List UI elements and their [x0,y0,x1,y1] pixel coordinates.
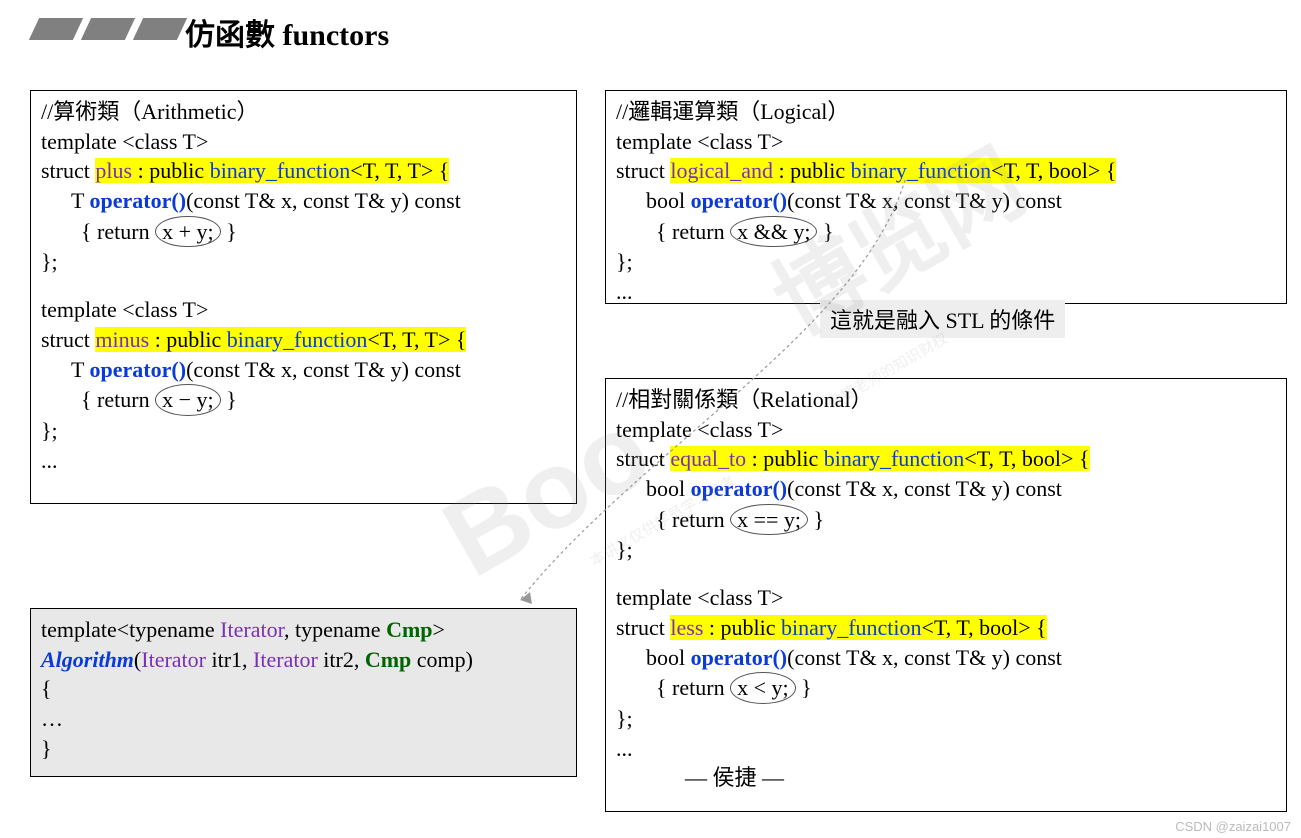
relational-code-box: //相對關係類（Relational） template <class T> s… [605,378,1287,812]
colon-public: : public [132,158,210,183]
return-expr-less: x < y; [730,672,796,704]
struct-kw: struct [41,327,95,352]
author-signature: — 侯捷 — [685,760,784,792]
binary-function: binary_function [227,327,368,352]
code-line: //邏輯運算類（Logical） [616,97,1276,127]
code-line: }; [41,247,566,277]
code-line: }; [616,535,1276,565]
struct-name-equal-to: equal_to [670,446,746,471]
struct-kw: struct [616,615,670,640]
param: itr2, [318,647,365,672]
code-line: //相對關係類（Relational） [616,385,1276,415]
return-kw: { return [656,675,730,700]
params: (const T& x, const T& y) const [787,645,1062,670]
colon-public: : public [703,615,781,640]
code-line: template<typename Iterator, typename Cmp… [41,615,566,645]
close-brace: } [808,507,824,532]
arithmetic-code-box: //算術類（Arithmetic） template <class T> str… [30,90,577,504]
return-expr-eq: x == y; [730,504,808,536]
colon-public: : public [773,158,851,183]
param: comp) [411,647,473,672]
algorithm-name: Algorithm [41,647,134,672]
params: (const T& x, const T& y) const [787,476,1062,501]
binary-function: binary_function [824,446,965,471]
code-line: struct minus : public binary_function<T,… [41,325,566,355]
binary-function: binary_function [781,615,922,640]
params: (const T& x, const T& y) const [186,188,461,213]
params: (const T& x, const T& y) const [186,357,461,382]
code-line: } [41,734,566,764]
gt: > [433,617,445,642]
code-line: template <class T> [41,295,566,325]
code-line: { return x == y; } [616,504,1276,536]
code-line: { return x < y; } [616,672,1276,704]
iterator-type: Iterator [253,647,318,672]
credit-text: CSDN @zaizai1007 [1175,819,1291,834]
code-line: }; [616,704,1276,734]
tmpl-args: <T, T, T> { [367,327,466,352]
blank-line [616,565,1276,583]
iterator-type: Iterator [220,617,284,642]
page-title: 仿函數 functors [185,10,389,54]
struct-kw: struct [41,158,95,183]
operator-call: operator() [90,188,187,213]
tmpl-args: <T, T, bool> { [964,446,1089,471]
colon-public: : public [746,446,824,471]
ret-type: bool [646,645,691,670]
cmp-type: Cmp [386,617,432,642]
code-line: bool operator()(const T& x, const T& y) … [616,643,1276,673]
binary-function: binary_function [210,158,351,183]
comma: , typename [284,617,386,642]
code-line: struct less : public binary_function<T, … [616,613,1276,643]
code-line: template <class T> [616,583,1276,613]
code-line: template <class T> [616,415,1276,445]
code-line: Algorithm(Iterator itr1, Iterator itr2, … [41,645,566,675]
code-line: }; [41,416,566,446]
return-kw: { return [81,219,155,244]
struct-name-plus: plus [95,158,132,183]
ret-type: bool [646,188,691,213]
header-slant-2 [81,18,135,40]
struct-kw: struct [616,158,670,183]
operator-call: operator() [691,645,788,670]
ret-type: T [71,188,90,213]
code-line: struct plus : public binary_function<T, … [41,156,566,186]
code-line: { return x + y; } [41,216,566,248]
code-line: … [41,704,566,734]
return-kw: { return [656,219,730,244]
header-slant-1 [29,18,83,40]
tmpl-args: <T, T, T> { [350,158,449,183]
struct-name-minus: minus [95,327,149,352]
code-line: template <class T> [41,127,566,157]
ret-type: T [71,357,90,382]
close-brace: } [796,675,812,700]
struct-name-less: less [670,615,703,640]
algorithm-code-box: template<typename Iterator, typename Cmp… [30,608,577,777]
code-line: //算術類（Arithmetic） [41,97,566,127]
header-slant-3 [133,18,187,40]
cmp-type: Cmp [365,647,411,672]
colon-public: : public [149,327,227,352]
operator-call: operator() [691,188,788,213]
return-expr-minus: x − y; [155,384,221,416]
return-kw: { return [81,387,155,412]
blank-line [41,277,566,295]
code-line: ... [616,734,1276,764]
code-line: { [41,674,566,704]
param: itr1, [206,647,253,672]
struct-name-logical-and: logical_and [670,158,773,183]
operator-call: operator() [90,357,187,382]
tmpl-kw: template<typename [41,617,220,642]
close-brace: } [221,219,237,244]
close-brace: } [221,387,237,412]
iterator-type: Iterator [141,647,206,672]
code-line: { return x − y; } [41,384,566,416]
code-line: T operator()(const T& x, const T& y) con… [41,355,566,385]
code-line: T operator()(const T& x, const T& y) con… [41,186,566,216]
tmpl-args: <T, T, bool> { [922,615,1047,640]
code-line: struct equal_to : public binary_function… [616,444,1276,474]
return-expr-plus: x + y; [155,216,221,248]
